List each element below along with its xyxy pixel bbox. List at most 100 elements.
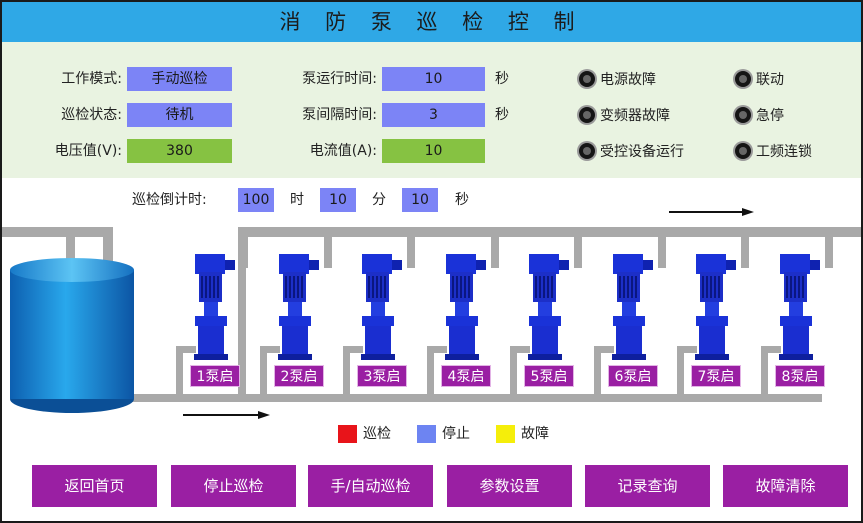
pump-suction-riser — [260, 346, 267, 398]
pump-cooling-fin — [543, 276, 545, 298]
pump-5-start-button[interactable]: 5泵启 — [524, 365, 574, 387]
pump-cooling-fin — [213, 276, 215, 298]
pump-cooling-fin — [285, 276, 287, 298]
pump-piping-diagram — [2, 208, 861, 419]
pump-6-icon — [612, 254, 653, 360]
pump-suction-riser — [176, 346, 183, 398]
pump-cooling-fin — [368, 276, 370, 298]
pump-suction-riser — [510, 346, 517, 398]
pump-discharge-pipe — [324, 232, 332, 268]
pump-8-icon — [779, 254, 820, 360]
manual-auto-patrol-button[interactable]: 手/自动巡检 — [308, 465, 433, 507]
hmi-screen: 消 防 泵 巡 检 控 制 工作模式: 手动巡检 巡检状态: 待机 电压值(V)… — [0, 0, 863, 523]
inlet-header-pipe — [132, 394, 822, 402]
pump-cooling-fin — [702, 276, 704, 298]
pump-motor-cap — [362, 254, 392, 274]
pump-cooling-fin — [539, 276, 541, 298]
pump-cooling-fin — [293, 276, 295, 298]
record-query-button[interactable]: 记录查询 — [585, 465, 710, 507]
pump-flange — [780, 316, 812, 326]
pump-coupling — [705, 302, 719, 316]
clear-fault-button[interactable]: 故障清除 — [723, 465, 848, 507]
pump-cooling-fin — [627, 276, 629, 298]
pump-coupling — [288, 302, 302, 316]
legend-fault-label: 故障 — [521, 426, 549, 442]
legend-stop-swatch — [417, 425, 436, 443]
pump-motor-cap — [529, 254, 559, 274]
pump-motor-cap — [446, 254, 476, 274]
pump-cooling-fin — [456, 276, 458, 298]
suction-pipe — [2, 227, 113, 237]
pump-cooling-fin — [714, 276, 716, 298]
water-tank-top — [10, 258, 134, 282]
pump-coupling — [455, 302, 469, 316]
pump-cooling-fin — [706, 276, 708, 298]
flow-arrow-top-icon — [669, 208, 754, 216]
pump-discharge-pipe — [825, 232, 833, 268]
pump-2-start-button[interactable]: 2泵启 — [274, 365, 324, 387]
pump-terminal-box — [726, 260, 736, 270]
pump-base — [695, 354, 729, 360]
pump-cooling-fin — [372, 276, 374, 298]
pump-2-icon — [278, 254, 319, 360]
pump-flange — [279, 316, 311, 326]
pump-cooling-fin — [547, 276, 549, 298]
pump-cooling-fin — [380, 276, 382, 298]
pump-coupling — [204, 302, 218, 316]
pump-3-start-button[interactable]: 3泵启 — [357, 365, 407, 387]
pump-motor-cap — [279, 254, 309, 274]
pump-cooling-fin — [205, 276, 207, 298]
pump-cooling-fin — [209, 276, 211, 298]
stop-patrol-button[interactable]: 停止巡检 — [171, 465, 296, 507]
pump-terminal-box — [392, 260, 402, 270]
pump-cooling-fin — [464, 276, 466, 298]
pump-cooling-fin — [619, 276, 621, 298]
pump-cooling-fin — [217, 276, 219, 298]
pump-flange — [195, 316, 227, 326]
pump-cooling-fin — [794, 276, 796, 298]
pump-terminal-box — [559, 260, 569, 270]
pump-cooling-fin — [631, 276, 633, 298]
pump-suction-riser — [677, 346, 684, 398]
pump-flange — [529, 316, 561, 326]
pump-base — [361, 354, 395, 360]
pump-cooling-fin — [301, 276, 303, 298]
parameter-settings-button[interactable]: 参数设置 — [447, 465, 572, 507]
pump-terminal-box — [476, 260, 486, 270]
pump-coupling — [538, 302, 552, 316]
pump-coupling — [622, 302, 636, 316]
pump-5-icon — [528, 254, 569, 360]
pump-base — [278, 354, 312, 360]
pump-terminal-box — [810, 260, 820, 270]
pump-cooling-fin — [802, 276, 804, 298]
pump-8-start-button[interactable]: 8泵启 — [775, 365, 825, 387]
pump-cooling-fin — [297, 276, 299, 298]
pump-flange — [362, 316, 394, 326]
pump-1-start-button[interactable]: 1泵启 — [190, 365, 240, 387]
pump-4-icon — [445, 254, 486, 360]
pump-base — [194, 354, 228, 360]
pump-cooling-fin — [798, 276, 800, 298]
pump-cooling-fin — [289, 276, 291, 298]
pump-suction-riser — [427, 346, 434, 398]
pump-terminal-box — [309, 260, 319, 270]
pump-terminal-box — [225, 260, 235, 270]
home-button[interactable]: 返回首页 — [32, 465, 157, 507]
pump-cooling-fin — [384, 276, 386, 298]
pump-base — [528, 354, 562, 360]
pump-7-start-button[interactable]: 7泵启 — [691, 365, 741, 387]
pump-discharge-pipe — [574, 232, 582, 268]
pump-cooling-fin — [468, 276, 470, 298]
pump-1-icon — [194, 254, 235, 360]
legend-patrol-swatch — [338, 425, 357, 443]
pump-6-start-button[interactable]: 6泵启 — [608, 365, 658, 387]
pump-terminal-box — [643, 260, 653, 270]
pump-cooling-fin — [201, 276, 203, 298]
water-tank-body — [10, 270, 134, 399]
pump-discharge-pipe — [741, 232, 749, 268]
pump-discharge-pipe — [658, 232, 666, 268]
pump-suction-riser — [343, 346, 350, 398]
pump-4-start-button[interactable]: 4泵启 — [441, 365, 491, 387]
pump-cooling-fin — [535, 276, 537, 298]
pump-coupling — [789, 302, 803, 316]
